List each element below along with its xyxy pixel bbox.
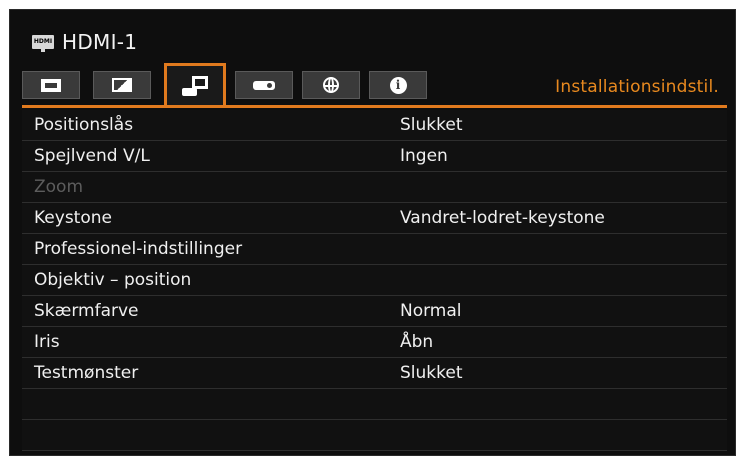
- menu-row-label: Spejlvend V/L: [34, 146, 150, 166]
- menu-row-screen-color[interactable]: Skærmfarve Normal: [22, 296, 727, 327]
- menu-row-value: Slukket: [400, 115, 463, 135]
- menu-row-value: Åbn: [400, 332, 434, 352]
- tab-installation[interactable]: [164, 63, 226, 106]
- tab-screen[interactable]: [22, 71, 80, 99]
- image-adjust-icon: [112, 78, 132, 92]
- menu-row-keystone[interactable]: Keystone Vandret-lodret-keystone: [22, 203, 727, 234]
- menu-row-test-pattern[interactable]: Testmønster Slukket: [22, 358, 727, 389]
- info-icon: i: [389, 76, 407, 94]
- input-source-label: HDMI-1: [62, 30, 138, 54]
- installation-icon: [182, 76, 208, 96]
- settings-menu: Positionslås Slukket Spejlvend V/L Ingen…: [22, 110, 727, 451]
- tab-title: Installationsindstil.: [555, 77, 719, 97]
- projector-osd: HDMI HDMI-1 i Installationsindstil. Posi…: [9, 9, 736, 456]
- menu-row-mirror[interactable]: Spejlvend V/L Ingen: [22, 141, 727, 172]
- tab-image-adjust[interactable]: [93, 71, 151, 99]
- menu-row-value: Ingen: [400, 146, 448, 166]
- menu-row-professional-settings[interactable]: Professionel-indstillinger: [22, 234, 727, 265]
- menu-row-position-lock[interactable]: Positionslås Slukket: [22, 110, 727, 141]
- menu-row-value: Slukket: [400, 363, 463, 383]
- menu-row-label: Skærmfarve: [34, 301, 139, 321]
- menu-tab-bar: i Installationsindstil.: [22, 63, 727, 108]
- menu-row-label: Keystone: [34, 208, 112, 228]
- menu-row-label: Zoom: [34, 177, 84, 197]
- screen-icon: [41, 78, 61, 92]
- projector-icon: [253, 80, 275, 90]
- menu-row-label: Professionel-indstillinger: [34, 239, 243, 259]
- globe-icon: [323, 77, 339, 93]
- menu-row-value: Normal: [400, 301, 462, 321]
- menu-row-label: Objektiv – position: [34, 270, 192, 290]
- tab-underline: [22, 105, 727, 108]
- menu-row-lens-position[interactable]: Objektiv – position: [22, 265, 727, 296]
- menu-row-empty: [22, 389, 727, 420]
- menu-row-empty: [22, 420, 727, 451]
- tab-system[interactable]: [235, 71, 293, 99]
- menu-row-label: Positionslås: [34, 115, 134, 135]
- tab-network[interactable]: [302, 71, 360, 99]
- tab-information[interactable]: i: [369, 71, 427, 99]
- menu-row-label: Iris: [34, 332, 60, 352]
- menu-row-label: Testmønster: [34, 363, 139, 383]
- input-source: HDMI HDMI-1: [32, 28, 137, 56]
- menu-row-zoom: Zoom: [22, 172, 727, 203]
- menu-row-value: Vandret-lodret-keystone: [400, 208, 605, 228]
- hdmi-icon: HDMI: [32, 35, 54, 52]
- menu-row-iris[interactable]: Iris Åbn: [22, 327, 727, 358]
